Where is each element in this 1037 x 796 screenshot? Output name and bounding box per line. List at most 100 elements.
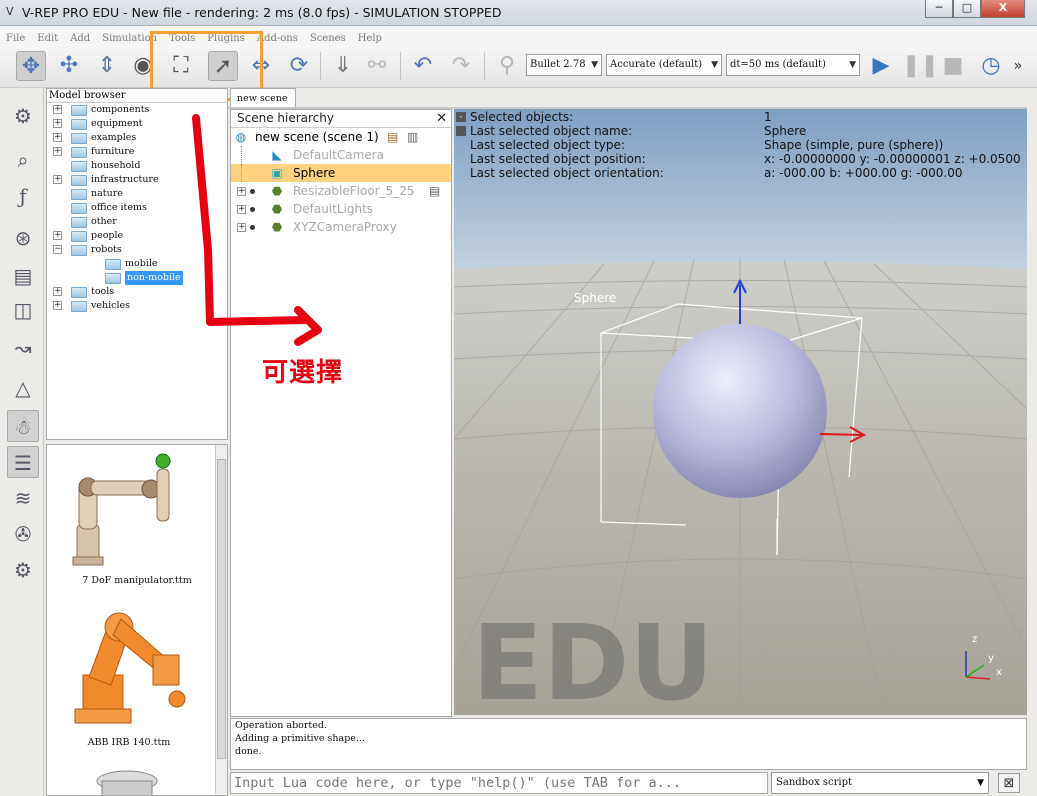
expand-icon[interactable]: + — [53, 105, 62, 114]
scene-object-DefaultLights[interactable]: + ⬣ DefaultLights — [231, 200, 451, 218]
accuracy-select[interactable]: Accurate (default) ▼ — [606, 54, 722, 76]
scene-object-ResizableFloor_5_25[interactable]: + ⬣ ResizableFloor_5_25 ▤ — [231, 182, 451, 200]
folder-icon — [105, 259, 121, 270]
script-icon[interactable]: ▤ — [429, 182, 440, 200]
close-icon[interactable]: ✕ — [436, 110, 447, 127]
expand-icon[interactable]: + — [53, 119, 62, 128]
model-folder-label: other — [91, 216, 117, 227]
model-folder-people[interactable]: + people — [47, 229, 227, 243]
object-rotate-icon[interactable]: ⟳ — [284, 51, 314, 81]
info-value: Shape (simple, pure (sphere)) — [764, 138, 944, 152]
dynamics-icon[interactable]: ⚲ — [492, 51, 522, 81]
model-browser-toggle-icon[interactable]: ☃ — [7, 410, 39, 442]
expand-icon[interactable]: + — [53, 147, 62, 156]
model-folder-examples[interactable]: + examples — [47, 131, 227, 145]
model-folder-equipment[interactable]: + equipment — [47, 117, 227, 131]
layers-icon[interactable]: ≋ — [7, 482, 39, 514]
play-icon[interactable]: ▶ — [866, 51, 896, 81]
expand-icon[interactable]: + — [53, 301, 62, 310]
scene-object-list: ◣ DefaultCamera ▣ Sphere + ⬣ ResizableFloor_5_… — [231, 146, 451, 236]
stop-icon[interactable]: ■ — [938, 51, 968, 81]
camera-shift-icon[interactable]: ⇕ — [92, 51, 122, 81]
model-folder-furniture[interactable]: + furniture — [47, 145, 227, 159]
expand-icon[interactable]: + — [53, 175, 62, 184]
simulation-settings-icon[interactable]: ⚙ — [7, 100, 39, 132]
timestep-select[interactable]: dt=50 ms (default) ▼ — [726, 54, 860, 76]
svg-text:z: z — [972, 634, 977, 645]
menu-help[interactable]: Help — [352, 30, 388, 44]
menu-file[interactable]: File — [0, 30, 31, 44]
model-thumbnail-label[interactable]: ABB IRB 140.ttm — [59, 737, 199, 748]
chevron-down-icon: ▼ — [977, 778, 984, 788]
minimize-button[interactable]: ─ — [925, 0, 953, 18]
pause-icon[interactable]: ❚❚ — [902, 51, 939, 81]
info-toggle-icon[interactable] — [456, 126, 466, 136]
model-folder-household[interactable]: household — [47, 159, 227, 173]
script-icon[interactable]: ▥ — [407, 128, 418, 146]
expand-icon[interactable]: + — [53, 133, 62, 142]
undo-icon[interactable]: ↶ — [408, 51, 438, 81]
object-label: Sphere — [574, 291, 616, 305]
menu-add[interactable]: Add — [64, 30, 96, 44]
redo-icon[interactable]: ↷ — [446, 51, 476, 81]
script-context-select[interactable]: Sandbox script ▼ — [771, 772, 989, 794]
camera-rotate-icon[interactable]: ✣ — [54, 51, 84, 81]
camera-pan-icon[interactable]: ✥ — [16, 51, 46, 81]
annotation-text: 可選擇 — [262, 358, 344, 388]
expand-icon[interactable]: + — [237, 205, 246, 214]
scene-notes-icon[interactable]: ▤ — [387, 128, 398, 146]
model-folder-tools[interactable]: + tools — [47, 285, 227, 299]
timestep-value: dt=50 ms (default) — [730, 59, 826, 70]
model-folder-nature[interactable]: nature — [47, 187, 227, 201]
real-time-clock-icon[interactable]: ◷ — [976, 51, 1006, 81]
physics-engine-select[interactable]: Bullet 2.78 ▼ — [526, 54, 602, 76]
scrollbar-thumb[interactable] — [217, 459, 226, 759]
tab-new-scene[interactable]: new scene — [230, 88, 296, 108]
clear-console-icon[interactable]: ⊠ — [998, 773, 1020, 793]
shape-edit-icon[interactable]: ◫ — [7, 294, 39, 326]
scene-object-DefaultCamera[interactable]: ◣ DefaultCamera — [231, 146, 451, 164]
menu-scenes[interactable]: Scenes — [304, 30, 352, 44]
console-line: Adding a primitive shape... — [235, 733, 365, 744]
model-folder-infrastructure[interactable]: + infrastructure — [47, 173, 227, 187]
path-edit-icon[interactable]: ↝ — [7, 332, 39, 364]
model-folder-label: infrastructure — [91, 174, 159, 185]
lua-command-input[interactable]: Input Lua code here, or type "help()" (u… — [230, 772, 768, 794]
expand-icon[interactable]: + — [53, 287, 62, 296]
more-tools-icon[interactable]: » — [1008, 51, 1028, 81]
assemble-icon[interactable]: ⇓ — [328, 51, 358, 81]
calculation-modules-icon[interactable]: ⌕ — [7, 144, 39, 176]
scene-hierarchy-toggle-icon[interactable]: ☰ — [7, 446, 39, 478]
scene-root[interactable]: ◍ new scene (scene 1) ▤ ▥ — [231, 128, 451, 146]
expand-icon[interactable]: + — [53, 231, 62, 240]
model-folder-vehicles[interactable]: + vehicles — [47, 299, 227, 313]
collections-icon[interactable]: ⊛ — [7, 222, 39, 254]
thumbnail-scrollbar[interactable] — [215, 445, 227, 795]
scripts-icon[interactable]: ▤ — [7, 260, 39, 292]
model-folder-non-mobile[interactable]: non-mobile — [47, 271, 227, 285]
script-function-icon[interactable]: ƒ — [7, 180, 39, 212]
expand-icon[interactable]: + — [237, 223, 246, 232]
3d-viewport[interactable]: Sphere EDU z y x - Selected objects: 1 Las… — [454, 109, 1027, 715]
model-folder-robots[interactable]: − robots — [47, 243, 227, 257]
user-settings-icon[interactable]: ⚙ — [7, 554, 39, 586]
menu-edit[interactable]: Edit — [31, 30, 64, 44]
primitive-shapes-icon[interactable]: △ — [7, 372, 39, 404]
model-folder-other[interactable]: other — [47, 215, 227, 229]
model-thumbnail-label[interactable]: 7 DoF manipulator.ttm — [67, 575, 207, 586]
close-button[interactable]: X — [981, 0, 1025, 18]
scene-object-XYZCameraProxy[interactable]: + ⬣ XYZCameraProxy — [231, 218, 451, 236]
maximize-button[interactable]: □ — [953, 0, 981, 18]
info-collapse-icon[interactable]: - — [456, 112, 466, 122]
collapse-icon[interactable]: − — [53, 245, 62, 254]
video-recorder-icon[interactable]: ✇ — [7, 518, 39, 550]
model-folder-mobile[interactable]: mobile — [47, 257, 227, 271]
expand-icon[interactable]: + — [237, 187, 246, 196]
scene-object-Sphere[interactable]: ▣ Sphere — [231, 164, 451, 182]
folder-icon — [71, 287, 87, 298]
info-label: Last selected object orientation: — [470, 166, 664, 180]
transfer-dna-icon[interactable]: ⚯ — [362, 51, 392, 81]
model-folder-components[interactable]: + components — [47, 103, 227, 117]
model-folder-office-items[interactable]: office items — [47, 201, 227, 215]
accuracy-value: Accurate (default) — [610, 59, 703, 70]
